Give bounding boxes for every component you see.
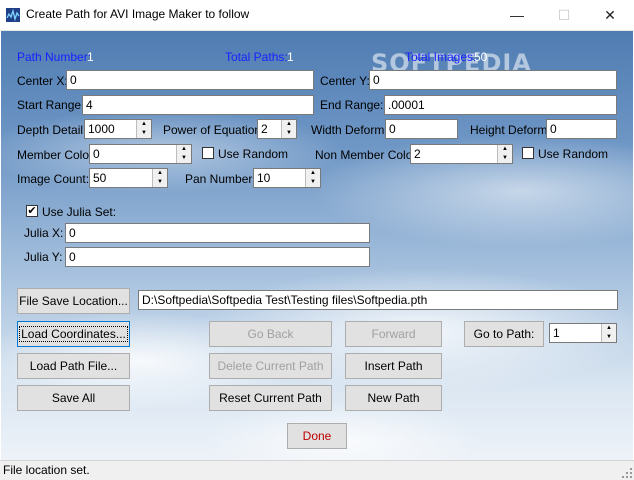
spin-up-icon[interactable]: ▲ bbox=[282, 120, 296, 129]
reset-current-path-button[interactable]: Reset Current Path bbox=[209, 385, 332, 411]
file-path-input[interactable]: D:\Softpedia\Softpedia Test\Testing file… bbox=[138, 290, 618, 310]
pan-number-value: 10 bbox=[257, 171, 271, 185]
start-range-label: Start Range: bbox=[17, 98, 85, 112]
spin-down-icon[interactable]: ▼ bbox=[137, 129, 151, 138]
spin-up-icon[interactable]: ▲ bbox=[498, 145, 512, 154]
spin-down-icon[interactable]: ▼ bbox=[498, 154, 512, 163]
use-julia-set-checkbox[interactable]: ✔ bbox=[26, 205, 38, 217]
spin-down-icon[interactable]: ▼ bbox=[602, 333, 616, 342]
forward-button[interactable]: Forward bbox=[345, 321, 442, 347]
depth-detail-spinner[interactable]: 1000 ▲ ▼ bbox=[84, 119, 152, 139]
center-x-label: Center X: bbox=[17, 74, 68, 88]
go-to-path-spinner[interactable]: 1 ▲ ▼ bbox=[549, 323, 617, 343]
power-of-equation-label: Power of Equation: bbox=[163, 123, 265, 137]
center-y-input[interactable]: 0 bbox=[369, 70, 617, 90]
spin-up-icon[interactable]: ▲ bbox=[306, 169, 320, 178]
julia-x-label: Julia X: bbox=[24, 226, 64, 240]
start-range-input[interactable]: 4 bbox=[82, 95, 314, 115]
julia-y-input[interactable]: 0 bbox=[65, 247, 370, 267]
pan-number-spinner[interactable]: 10 ▲ ▼ bbox=[253, 168, 321, 188]
spin-up-icon[interactable]: ▲ bbox=[153, 169, 167, 178]
spin-up-icon[interactable]: ▲ bbox=[137, 120, 151, 129]
load-coordinates-button[interactable]: Load Coordinates... bbox=[17, 321, 130, 347]
app-icon bbox=[6, 8, 20, 22]
save-all-button[interactable]: Save All bbox=[17, 385, 130, 411]
end-range-input[interactable]: .00001 bbox=[384, 95, 617, 115]
depth-detail-value: 1000 bbox=[88, 122, 115, 136]
height-deform-input[interactable]: 0 bbox=[546, 119, 617, 139]
status-text: File location set. bbox=[3, 463, 90, 477]
close-button[interactable]: ✕ bbox=[587, 0, 633, 30]
pan-number-label: Pan Number: bbox=[185, 172, 256, 186]
go-back-button[interactable]: Go Back bbox=[209, 321, 332, 347]
end-range-label: End Range: bbox=[320, 98, 384, 112]
spin-down-icon[interactable]: ▼ bbox=[177, 154, 191, 163]
width-deform-label: Width Deform: bbox=[311, 123, 388, 137]
julia-x-input[interactable]: 0 bbox=[65, 223, 370, 243]
julia-y-label: Julia Y: bbox=[24, 250, 63, 264]
delete-current-path-button[interactable]: Delete Current Path bbox=[209, 353, 332, 379]
new-path-button[interactable]: New Path bbox=[345, 385, 442, 411]
power-of-equation-spinner[interactable]: 2 ▲ ▼ bbox=[257, 119, 297, 139]
status-bar: File location set. bbox=[0, 460, 634, 480]
go-to-path-button[interactable]: Go to Path: bbox=[464, 321, 544, 347]
center-x-input[interactable]: 0 bbox=[66, 70, 314, 90]
path-number-label: Path Number: bbox=[17, 50, 92, 64]
dialog-client-area: SOFTPEDIA Path Number: 1 Total Paths: 1 … bbox=[1, 31, 633, 460]
title-bar: Create Path for AVI Image Maker to follo… bbox=[0, 0, 634, 31]
use-random-member-label: Use Random bbox=[218, 147, 289, 161]
done-button[interactable]: Done bbox=[287, 423, 347, 449]
total-images-label: Total Images: bbox=[405, 50, 477, 64]
spin-up-icon[interactable]: ▲ bbox=[602, 324, 616, 333]
file-save-location-button[interactable]: File Save Location... bbox=[17, 288, 130, 314]
use-random-non-member-checkbox[interactable] bbox=[522, 147, 534, 159]
height-deform-label: Height Deform: bbox=[470, 123, 551, 137]
spin-down-icon[interactable]: ▼ bbox=[282, 129, 296, 138]
power-of-equation-value: 2 bbox=[261, 122, 268, 136]
non-member-color-value: 2 bbox=[414, 147, 421, 161]
width-deform-input[interactable]: 0 bbox=[385, 119, 458, 139]
member-color-spinner[interactable]: 0 ▲ ▼ bbox=[89, 144, 192, 164]
window-title: Create Path for AVI Image Maker to follo… bbox=[26, 7, 250, 21]
go-to-path-value: 1 bbox=[553, 326, 560, 340]
depth-detail-label: Depth Detail: bbox=[17, 123, 87, 137]
maximize-button[interactable]: ☐ bbox=[541, 0, 587, 30]
non-member-color-spinner[interactable]: 2 ▲ ▼ bbox=[410, 144, 513, 164]
image-count-spinner[interactable]: 50 ▲ ▼ bbox=[89, 168, 168, 188]
path-number-value: 1 bbox=[87, 50, 94, 64]
load-path-file-button[interactable]: Load Path File... bbox=[17, 353, 130, 379]
spin-down-icon[interactable]: ▼ bbox=[306, 178, 320, 187]
spin-up-icon[interactable]: ▲ bbox=[177, 145, 191, 154]
use-random-non-member-label: Use Random bbox=[538, 147, 609, 161]
resize-grip-icon[interactable] bbox=[622, 468, 632, 478]
image-count-label: Image Count: bbox=[17, 172, 90, 186]
use-random-member-checkbox[interactable] bbox=[202, 147, 214, 159]
image-count-value: 50 bbox=[93, 171, 107, 185]
total-paths-value: 1 bbox=[287, 50, 294, 64]
spin-down-icon[interactable]: ▼ bbox=[153, 178, 167, 187]
total-images-value: 50 bbox=[474, 50, 488, 64]
center-y-label: Center Y: bbox=[320, 74, 370, 88]
load-coordinates-label: Load Coordinates... bbox=[19, 326, 128, 342]
use-julia-set-label: Use Julia Set: bbox=[42, 205, 117, 219]
insert-path-button[interactable]: Insert Path bbox=[345, 353, 442, 379]
total-paths-label: Total Paths: bbox=[225, 50, 288, 64]
member-color-value: 0 bbox=[93, 147, 100, 161]
minimize-button[interactable]: — bbox=[494, 0, 540, 30]
non-member-color-label: Non Member Color: bbox=[315, 148, 420, 162]
member-color-label: Member Color: bbox=[17, 148, 97, 162]
